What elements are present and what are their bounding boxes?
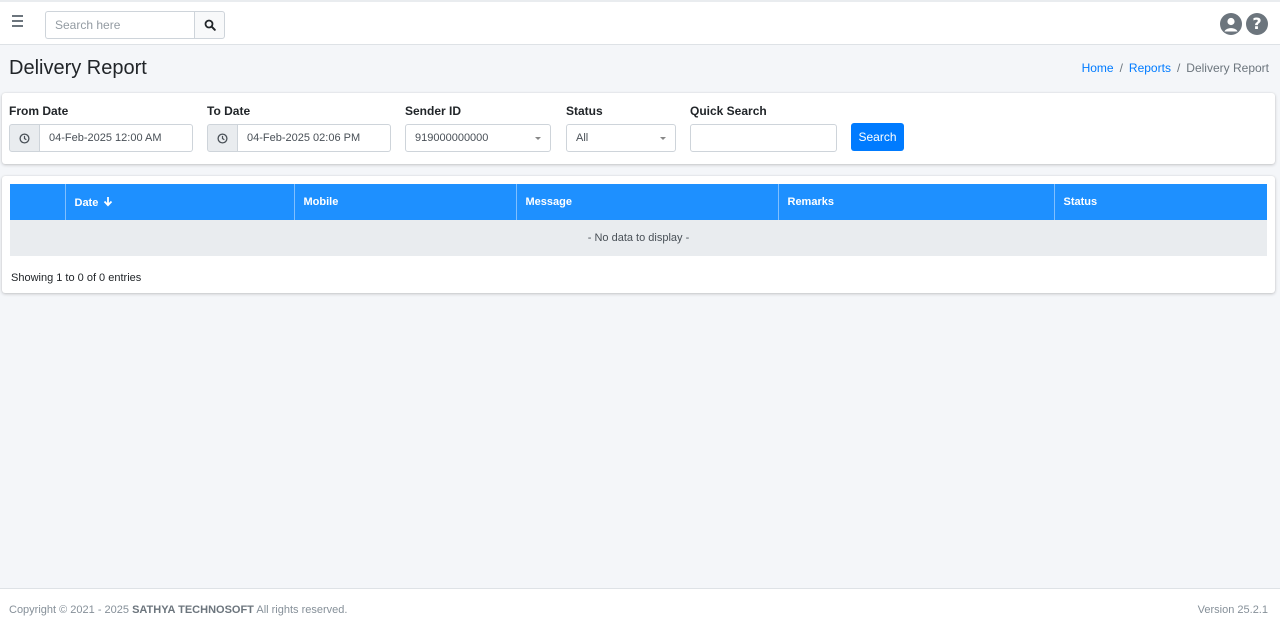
sender-id-label: Sender ID [405,104,462,118]
quick-search-label: Quick Search [690,104,767,118]
breadcrumb-separator: / [1119,61,1123,75]
breadcrumb-reports[interactable]: Reports [1129,61,1171,75]
breadcrumb: Home / Reports / Delivery Report [1082,61,1269,75]
chevron-down-icon [535,136,541,140]
sender-id-group: Sender ID 919000000000 [405,104,551,152]
filter-card: From Date 04-Feb-2025 12:00 AM To Date 0… [2,93,1275,164]
top-navbar: ? [0,0,1280,45]
quick-search-group: Quick Search [690,104,837,152]
search-icon [204,19,216,31]
table-info: Showing 1 to 0 of 0 entries [11,272,142,284]
clock-icon[interactable] [207,124,238,152]
chevron-down-icon [660,136,666,140]
column-header-remarks[interactable]: Remarks [778,184,1055,220]
breadcrumb-current: Delivery Report [1186,61,1269,75]
global-search [45,11,225,39]
status-value: All [576,132,589,144]
column-header-date[interactable]: Date [65,184,295,220]
sender-id-value: 919000000000 [415,132,489,144]
user-circle-icon[interactable] [1220,13,1242,35]
column-header-message[interactable]: Message [516,184,779,220]
to-date-input[interactable]: 04-Feb-2025 02:06 PM [238,124,391,152]
breadcrumb-home[interactable]: Home [1082,61,1114,75]
breadcrumb-separator: / [1176,61,1181,75]
no-data-message: - No data to display - [10,220,1267,256]
status-select[interactable]: All [566,124,676,152]
company-name: SATHYA TECHNOSOFT [132,604,254,616]
version: Version 25.2.1 [1197,604,1268,616]
column-header-status[interactable]: Status [1054,184,1267,220]
to-date-label: To Date [207,104,251,118]
report-table-card: Date Mobile Message Remarks Status - No … [2,176,1275,293]
copyright: Copyright © 2021 - 2025 SATHYA TECHNOSOF… [9,604,348,616]
status-label: Status [566,104,603,118]
global-search-button[interactable] [194,11,225,39]
column-header-mobile[interactable]: Mobile [294,184,517,220]
clock-icon[interactable] [9,124,40,152]
quick-search-input[interactable] [690,124,837,152]
column-header-select [10,184,66,220]
delivery-report-table: Date Mobile Message Remarks Status - No … [10,184,1267,256]
arrow-down-icon [104,196,113,207]
to-date-group: To Date 04-Feb-2025 02:06 PM [207,104,391,152]
global-search-input[interactable] [45,11,194,39]
hamburger-icon[interactable] [12,15,24,27]
table-header-row: Date Mobile Message Remarks Status [10,184,1267,220]
search-button[interactable]: Search [851,123,904,151]
status-group: Status All [566,104,676,152]
from-date-label: From Date [9,104,69,118]
empty-row: - No data to display - [10,220,1267,256]
footer: Copyright © 2021 - 2025 SATHYA TECHNOSOF… [0,588,1280,628]
question-circle-icon[interactable]: ? [1246,13,1268,35]
from-date-input[interactable]: 04-Feb-2025 12:00 AM [40,124,193,152]
page-title: Delivery Report [9,57,147,79]
sender-id-select[interactable]: 919000000000 [405,124,551,152]
from-date-group: From Date 04-Feb-2025 12:00 AM [9,104,193,152]
